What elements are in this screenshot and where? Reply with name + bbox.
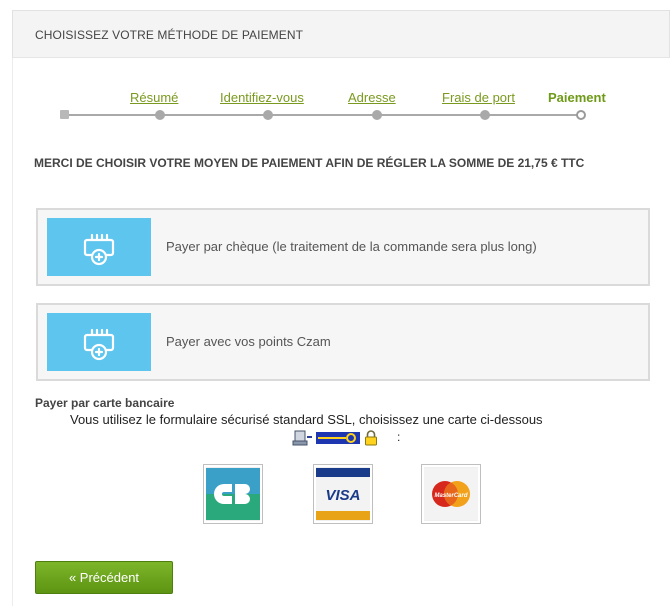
pay-by-cheque-label: Payer par chèque (le traitement de la co… [166,239,537,254]
step-adresse-dot [372,110,382,120]
mastercard-icon: MasterCard [424,468,478,520]
amount-message: MERCI DE CHOISIR VOTRE MOYEN DE PAIEMENT… [34,156,585,170]
checkout-steps: Résumé Identifiez-vous Adresse Frais de … [56,86,636,126]
pay-with-czam-points-option[interactable]: Payer avec vos points Czam [36,303,650,381]
step-identifiez-vous-dot [263,110,273,120]
step-resume-dot [155,110,165,120]
step-paiement-dot [576,110,586,120]
step-resume[interactable]: Résumé [130,90,178,105]
panel-header: CHOISISSEZ VOTRE MÉTHODE DE PAIEMENT [12,10,670,58]
ssl-key-icon [316,432,360,444]
ssl-colon: : [397,430,401,444]
ssl-lock-icon [365,430,377,446]
cb-card-button[interactable] [203,464,263,524]
visa-card-icon: VISA [316,468,370,520]
previous-button[interactable]: « Précédent [35,561,173,594]
cheque-icon [47,218,151,276]
panel-title: CHOISISSEZ VOTRE MÉTHODE DE PAIEMENT [35,28,304,42]
mastercard-button[interactable]: MasterCard [421,464,481,524]
step-identifiez-vous[interactable]: Identifiez-vous [220,90,304,105]
visa-card-button[interactable]: VISA [313,464,373,524]
pay-with-czam-points-label: Payer avec vos points Czam [166,334,331,349]
step-frais-de-port-dot [480,110,490,120]
ssl-icons [292,430,378,446]
points-icon [47,313,151,371]
step-start-marker [60,110,69,119]
ssl-server-icon [292,430,312,446]
steps-progress-line [64,114,584,116]
card-payment-subtitle: Vous utilisez le formulaire sécurisé sta… [70,412,543,427]
card-payment-title: Payer par carte bancaire [35,396,175,410]
svg-text:VISA: VISA [325,487,360,504]
cb-card-icon [206,468,260,520]
step-paiement: Paiement [548,90,606,105]
pay-by-cheque-option[interactable]: Payer par chèque (le traitement de la co… [36,208,650,286]
step-frais-de-port[interactable]: Frais de port [442,90,515,105]
step-adresse[interactable]: Adresse [348,90,396,105]
svg-text:MasterCard: MasterCard [434,493,467,499]
